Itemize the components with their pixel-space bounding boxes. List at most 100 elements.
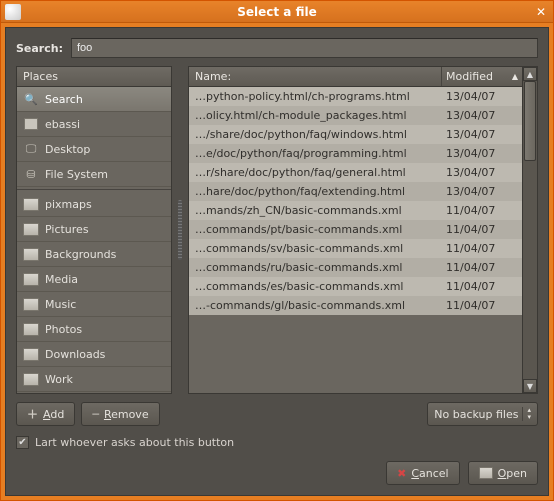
file-row[interactable]: …e/doc/python/faq/programming.html13/04/… [189,144,522,163]
titlebar[interactable]: Select a file ✕ [1,1,553,23]
places-item-label: Downloads [45,348,105,361]
dialog-body: Search: Places Search ebassi Desktop File S… [5,27,549,496]
lart-checkbox[interactable]: ✔ [16,436,29,449]
scroll-down-button[interactable]: ▼ [523,379,537,393]
file-name: …python-policy.html/ch-programs.html [195,90,446,103]
scroll-up-button[interactable]: ▲ [523,67,537,81]
file-row[interactable]: …commands/sv/basic-commands.xml11/04/07 [189,239,522,258]
plus-icon: ＋ [27,406,38,422]
cancel-icon: ✖ [397,467,406,480]
folder-icon [23,196,39,212]
search-row: Search: [16,38,538,58]
places-item[interactable]: Media [17,267,171,292]
column-name-header[interactable]: Name: [189,67,442,86]
folder-icon [23,321,39,337]
scroll-track[interactable] [523,81,537,379]
file-row[interactable]: …commands/ru/basic-commands.xml11/04/07 [189,258,522,277]
home-icon [23,116,39,132]
file-modified: 13/04/07 [446,147,516,160]
file-row[interactable]: …commands/pt/basic-commands.xml11/04/07 [189,220,522,239]
file-modified: 13/04/07 [446,109,516,122]
places-item[interactable]: pixmaps [17,192,171,217]
folder-icon [23,346,39,362]
file-row[interactable]: …-commands/gl/basic-commands.xml11/04/07 [189,296,522,315]
folder-icon [23,296,39,312]
places-item-label: Work [45,373,73,386]
file-name: …r/share/doc/python/faq/general.html [195,166,446,179]
places-item-label: Backgrounds [45,248,116,261]
desktop-icon [23,141,39,157]
file-name: …e/doc/python/faq/programming.html [195,147,446,160]
places-item[interactable]: Desktop [17,137,171,162]
places-item-label: File System [45,168,108,181]
cancel-button[interactable]: ✖ Cancel [386,461,460,485]
scroll-thumb[interactable] [524,81,536,161]
files-list: …python-policy.html/ch-programs.html13/0… [189,87,522,393]
files-scrollbar[interactable]: ▲ ▼ [522,67,537,393]
places-item[interactable]: Work [17,367,171,392]
folder-icon [23,371,39,387]
cancel-mnemonic: C [411,467,419,480]
file-modified: 11/04/07 [446,204,516,217]
places-item[interactable]: Photos [17,317,171,342]
file-modified: 11/04/07 [446,223,516,236]
file-modified: 11/04/07 [446,280,516,293]
panes: Places Search ebassi Desktop File System pix… [16,66,538,394]
file-name: …mands/zh_CN/basic-commands.xml [195,204,446,217]
file-row[interactable]: …/share/doc/python/faq/windows.html13/04… [189,125,522,144]
file-name: …commands/ru/basic-commands.xml [195,261,446,274]
file-row[interactable]: …mands/zh_CN/basic-commands.xml11/04/07 [189,201,522,220]
places-item[interactable]: Backgrounds [17,242,171,267]
places-list: Search ebassi Desktop File System pixmapsPic… [17,87,171,393]
add-button[interactable]: ＋ Add [16,402,75,426]
cancel-rest: ancel [419,467,449,480]
places-item-label: ebassi [45,118,80,131]
file-modified: 13/04/07 [446,128,516,141]
close-icon: ✕ [536,5,546,19]
places-item-label: Search [45,93,83,106]
places-separator [17,189,171,190]
file-row[interactable]: …hare/doc/python/faq/extending.html13/04… [189,182,522,201]
filter-combo[interactable]: No backup files ▴▾ [427,402,538,426]
open-mnemonic: O [498,467,507,480]
file-row[interactable]: …r/share/doc/python/faq/general.html13/0… [189,163,522,182]
file-name: …hare/doc/python/faq/extending.html [195,185,446,198]
places-item[interactable]: File System [17,162,171,187]
folder-icon [23,246,39,262]
column-modified-header[interactable]: Modified ▲ [442,67,522,86]
file-name: …/share/doc/python/faq/windows.html [195,128,446,141]
extra-checkbox-row: ✔ Lart whoever asks about this button [16,434,538,453]
window-icon [5,4,21,20]
places-item[interactable]: Pictures [17,217,171,242]
sort-arrow-icon: ▲ [512,72,518,81]
places-header[interactable]: Places [17,67,171,87]
remove-rest: emove [111,408,149,421]
file-name: …commands/pt/basic-commands.xml [195,223,446,236]
places-item[interactable]: Downloads [17,342,171,367]
close-button[interactable]: ✕ [533,4,549,20]
folder-icon [23,271,39,287]
places-item[interactable]: Music [17,292,171,317]
folder-icon [23,221,39,237]
file-name: …olicy.html/ch-module_packages.html [195,109,446,122]
remove-button[interactable]: ─ Remove [81,402,159,426]
files-pane: Name: Modified ▲ …python-policy.html/ch-… [188,66,538,394]
filter-label: No backup files [434,408,518,421]
pane-divider[interactable] [178,200,182,260]
file-modified: 11/04/07 [446,299,516,312]
file-modified: 11/04/07 [446,242,516,255]
file-row[interactable]: …commands/es/basic-commands.xml11/04/07 [189,277,522,296]
places-item[interactable]: Search [17,87,171,112]
open-rest: pen [506,467,527,480]
file-row[interactable]: …olicy.html/ch-module_packages.html13/04… [189,106,522,125]
file-row[interactable]: …python-policy.html/ch-programs.html13/0… [189,87,522,106]
open-button[interactable]: Open [468,461,538,485]
combo-arrows-icon: ▴▾ [522,407,531,421]
search-input[interactable] [71,38,538,58]
search-label: Search: [16,42,63,55]
places-item[interactable]: ebassi [17,112,171,137]
file-name: …commands/sv/basic-commands.xml [195,242,446,255]
column-modified-label: Modified [446,70,493,83]
dialog-window: Select a file ✕ Search: Places Search eba… [0,0,554,501]
open-icon [479,467,493,479]
